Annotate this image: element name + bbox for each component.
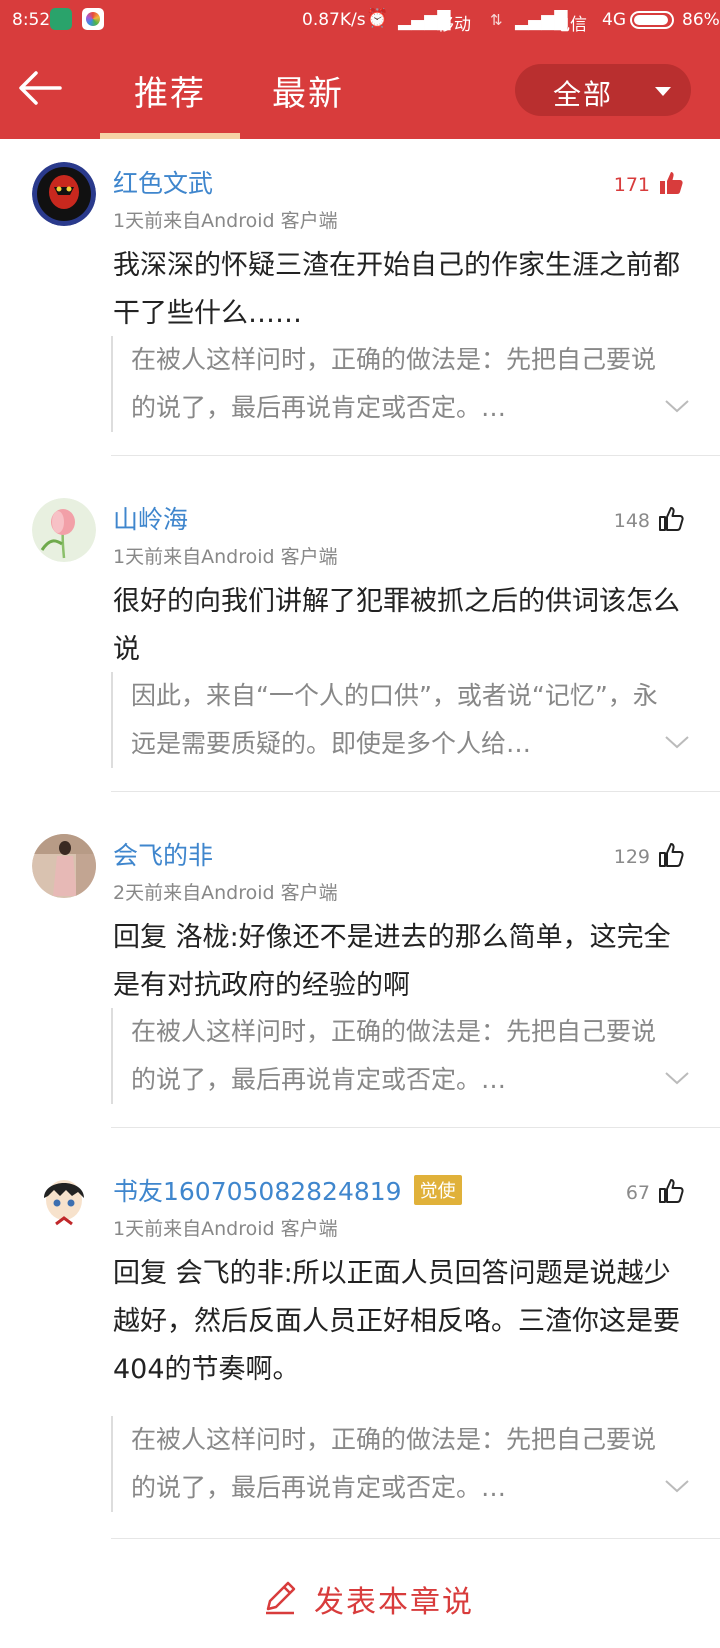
thumbs-up-icon[interactable] bbox=[658, 170, 684, 196]
pen-icon bbox=[266, 1581, 296, 1615]
thumbs-up-icon[interactable] bbox=[658, 506, 684, 532]
data-transfer-icon: ⇅ bbox=[490, 11, 503, 29]
header: 推荐 最新 全部 bbox=[0, 42, 720, 139]
tab-recommended[interactable]: 推荐 bbox=[134, 66, 206, 115]
comment-text: 我深深的怀疑三渣在开始自己的作家生涯之前都干了些什么…… bbox=[113, 250, 680, 329]
divider bbox=[111, 1538, 720, 1539]
battery-icon bbox=[630, 11, 674, 29]
like-count: 171 bbox=[613, 174, 650, 196]
network-speed: 0.87K/s bbox=[302, 10, 366, 30]
comment-meta: 1天前来自Android 客户端 bbox=[113, 1218, 338, 1240]
quoted-passage[interactable]: 在被人这样问时，正确的做法是：先把自己要说的说了，最后再说肯定或否定。… bbox=[111, 1416, 671, 1512]
comment-text: 回复 洛栊:好像还不是进去的那么简单，这完全是有对抗政府的经验的啊 bbox=[113, 922, 671, 1001]
divider bbox=[111, 455, 720, 456]
divider bbox=[111, 791, 720, 792]
operator-2: 电信 bbox=[553, 15, 587, 35]
app-store-icon bbox=[82, 8, 104, 30]
comment-text: 回复 会飞的非:所以正面人员回答问题是说越少越好，然后反面人员正好相反咯。三渣你… bbox=[113, 1258, 680, 1385]
active-tab-indicator bbox=[100, 133, 240, 139]
alarm-icon: ⏰ bbox=[366, 8, 389, 29]
thumbs-up-icon[interactable] bbox=[658, 842, 684, 868]
comment-meta: 2天前来自Android 客户端 bbox=[113, 882, 338, 904]
battery-percent: 86% bbox=[682, 10, 720, 30]
filter-dropdown[interactable]: 全部 bbox=[515, 64, 691, 116]
username[interactable]: 红色文武 bbox=[113, 164, 213, 200]
back-arrow-icon[interactable] bbox=[18, 70, 62, 106]
chevron-down-icon[interactable] bbox=[664, 398, 690, 414]
comment-item[interactable]: 会飞的非 2天前来自Android 客户端 129 回复 洛栊:好像还不是进去的… bbox=[0, 834, 720, 1128]
status-time: 8:52 bbox=[12, 10, 51, 30]
like-count: 148 bbox=[613, 510, 650, 532]
network-type: 4G bbox=[602, 10, 626, 30]
thumbs-up-icon[interactable] bbox=[658, 1178, 684, 1204]
avatar[interactable] bbox=[32, 1170, 96, 1234]
divider bbox=[111, 1127, 720, 1128]
post-comment-bar[interactable]: 发表本章说 bbox=[0, 1565, 720, 1635]
username-text: 书友160705082824819 bbox=[113, 1177, 402, 1206]
quoted-passage[interactable]: 在被人这样问时，正确的做法是：先把自己要说的说了，最后再说肯定或否定。… bbox=[111, 1008, 671, 1104]
comment-item[interactable]: 山岭海 1天前来自Android 客户端 148 很好的向我们讲解了犯罪被抓之后… bbox=[0, 498, 720, 792]
comment-item[interactable]: 书友160705082824819 觉使 1天前来自Android 客户端 67 … bbox=[0, 1170, 720, 1540]
shield-app-icon bbox=[50, 8, 72, 30]
comment-meta: 1天前来自Android 客户端 bbox=[113, 210, 338, 232]
status-bar: 8:52 0.87K/s ⏰ ▂▄▆█ 移动 ⇅ ▂▄▆█ 电信 4G 86% bbox=[0, 0, 720, 42]
chevron-down-icon[interactable] bbox=[664, 1070, 690, 1086]
chevron-down-icon[interactable] bbox=[664, 734, 690, 750]
operator-1: 移动 bbox=[437, 15, 471, 35]
quoted-passage[interactable]: 在被人这样问时，正确的做法是：先把自己要说的说了，最后再说肯定或否定。… bbox=[111, 336, 671, 432]
avatar[interactable] bbox=[32, 834, 96, 898]
comment-meta: 1天前来自Android 客户端 bbox=[113, 546, 338, 568]
comment-item[interactable]: 红色文武 1天前来自Android 客户端 171 我深深的怀疑三渣在开始自己的… bbox=[0, 162, 720, 456]
username[interactable]: 书友160705082824819 觉使 bbox=[113, 1172, 462, 1208]
like-count: 129 bbox=[613, 846, 650, 868]
filter-label: 全部 bbox=[553, 78, 614, 111]
avatar[interactable] bbox=[32, 162, 96, 226]
quoted-passage[interactable]: 因此，来自“一个人的口供”，或者说“记忆”，永远是需要质疑的。即使是多个人给… bbox=[111, 672, 671, 768]
like-count: 67 bbox=[625, 1182, 650, 1204]
tab-latest[interactable]: 最新 bbox=[272, 66, 344, 115]
user-badge: 觉使 bbox=[413, 1175, 462, 1205]
avatar[interactable] bbox=[32, 498, 96, 562]
chevron-down-icon bbox=[655, 87, 671, 96]
chevron-down-icon[interactable] bbox=[664, 1478, 690, 1494]
username[interactable]: 山岭海 bbox=[113, 500, 188, 536]
post-comment-button[interactable]: 发表本章说 bbox=[314, 1577, 474, 1621]
comment-text: 很好的向我们讲解了犯罪被抓之后的供词该怎么说 bbox=[113, 586, 680, 665]
username[interactable]: 会飞的非 bbox=[113, 836, 213, 872]
